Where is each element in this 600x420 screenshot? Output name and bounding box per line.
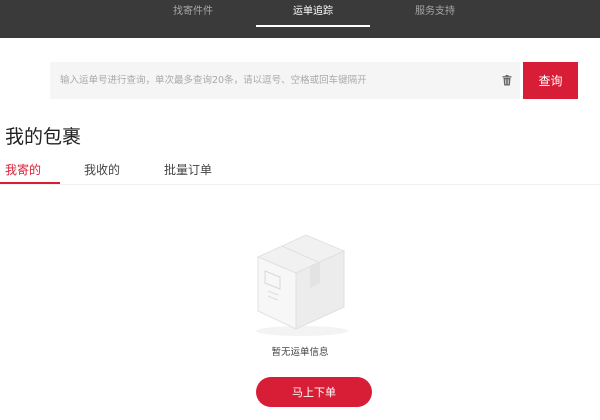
waybill-search-input[interactable] bbox=[50, 62, 490, 99]
nav-tab-label: 找寄件件 bbox=[173, 6, 213, 17]
active-tab-indicator bbox=[256, 25, 370, 27]
package-box-icon bbox=[256, 234, 348, 336]
nav-tab-service-support[interactable]: 服务支持 bbox=[402, 0, 468, 38]
trash-icon[interactable] bbox=[502, 75, 512, 86]
empty-state-message: 暂无运单信息 bbox=[271, 347, 329, 358]
nav-tab-waybill-tracking[interactable]: 运单追踪 bbox=[256, 0, 370, 38]
subtab-label: 批量订单 bbox=[164, 163, 213, 177]
nav-tab-label: 运单追踪 bbox=[293, 6, 333, 17]
nav-tab-label: 服务支持 bbox=[415, 6, 455, 17]
search-button[interactable]: 查询 bbox=[523, 62, 578, 99]
subtab-sent[interactable]: 我寄的 bbox=[5, 162, 41, 178]
top-navigation-bar: 找寄件件 运单追踪 服务支持 bbox=[0, 0, 600, 38]
subtab-label: 我收的 bbox=[84, 163, 121, 177]
place-order-button[interactable]: 马上下单 bbox=[256, 377, 372, 407]
page-title: 我的包裹 bbox=[5, 126, 82, 148]
subtab-label: 我寄的 bbox=[5, 163, 42, 177]
subtab-divider bbox=[0, 184, 600, 185]
search-bar bbox=[50, 62, 520, 99]
subtab-bulk-orders[interactable]: 批量订单 bbox=[164, 162, 212, 178]
subtab-received[interactable]: 我收的 bbox=[84, 162, 120, 178]
nav-tab-find-send[interactable]: 找寄件件 bbox=[160, 0, 226, 38]
